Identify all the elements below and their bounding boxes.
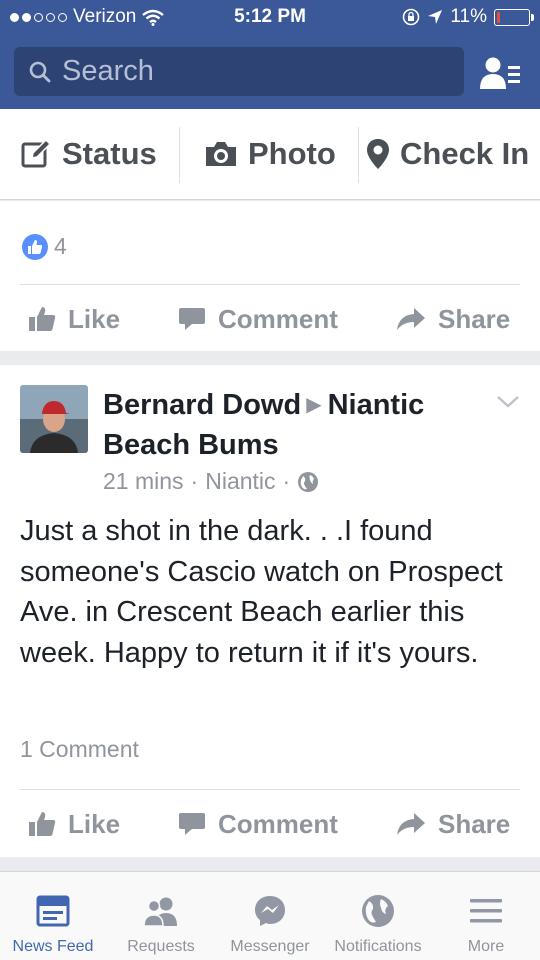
comment-label: Comment bbox=[218, 808, 338, 839]
meta-separator: · bbox=[282, 468, 291, 494]
top-navigation-bar: Verizon 5:12 PM 11% bbox=[0, 0, 540, 109]
story-header: Bernard Dowd ▶ Niantic Beach Bums bbox=[103, 385, 483, 465]
photo-button[interactable]: Photo bbox=[204, 131, 336, 177]
feed-story: Bernard Dowd ▶ Niantic Beach Bums 21 mins … bbox=[0, 365, 540, 857]
camera-icon bbox=[206, 142, 236, 166]
composer-bar: Status Photo Check In bbox=[0, 109, 540, 200]
share-button[interactable]: Share bbox=[396, 794, 510, 854]
tab-label: Notifications bbox=[334, 938, 422, 955]
tab-label: News Feed bbox=[12, 938, 94, 955]
search-bar[interactable] bbox=[14, 47, 464, 96]
comment-count[interactable]: 1 Comment bbox=[20, 736, 139, 763]
composer-divider bbox=[179, 127, 180, 183]
like-label: Like bbox=[68, 808, 121, 839]
post-time[interactable]: 21 mins bbox=[103, 468, 184, 495]
comment-button[interactable]: Comment bbox=[178, 794, 338, 854]
reaction-summary[interactable]: 4 bbox=[22, 233, 67, 260]
edit-icon bbox=[21, 138, 52, 168]
meta-separator: · bbox=[190, 468, 199, 494]
thumbs-up-icon bbox=[29, 307, 56, 331]
share-button[interactable]: Share bbox=[396, 289, 510, 349]
tab-label: More bbox=[467, 938, 505, 955]
share-icon bbox=[397, 813, 425, 835]
search-icon bbox=[29, 61, 51, 82]
rotation-lock-icon bbox=[403, 8, 420, 26]
tab-notifications[interactable]: Notifications bbox=[324, 872, 432, 960]
tab-news-feed[interactable]: News Feed bbox=[0, 872, 106, 960]
tab-more[interactable]: More bbox=[432, 872, 540, 960]
tab-requests[interactable]: Requests bbox=[106, 872, 216, 960]
tab-label: Messenger bbox=[230, 938, 310, 955]
status-label: Status bbox=[62, 136, 157, 171]
post-location[interactable]: Niantic bbox=[205, 468, 275, 495]
tab-label: Requests bbox=[127, 938, 195, 955]
status-indicators: 11% bbox=[402, 6, 534, 28]
triangle-right-icon: ▶ bbox=[306, 394, 322, 416]
globe-icon bbox=[362, 895, 394, 927]
friend-list-button[interactable] bbox=[478, 53, 524, 93]
menu-icon bbox=[470, 899, 502, 923]
like-button[interactable]: Like bbox=[28, 794, 120, 854]
divider bbox=[20, 284, 520, 285]
check-in-button[interactable]: Check In bbox=[366, 131, 529, 177]
share-icon bbox=[397, 308, 425, 330]
friend-list-icon bbox=[480, 57, 520, 89]
requests-icon bbox=[143, 897, 177, 926]
story-message: Just a shot in the dark. . .I found some… bbox=[20, 515, 503, 669]
tab-messenger[interactable]: Messenger bbox=[216, 872, 324, 960]
story-actions: Like Comment Share bbox=[0, 289, 540, 349]
photo-label: Photo bbox=[248, 136, 336, 171]
battery-level bbox=[497, 11, 500, 23]
story-meta: 21 mins · Niantic · bbox=[103, 468, 319, 495]
messenger-icon bbox=[255, 896, 285, 926]
battery-icon bbox=[494, 8, 534, 26]
battery-percent: 11% bbox=[450, 6, 487, 27]
author-name[interactable]: Bernard Dowd bbox=[103, 389, 301, 421]
divider bbox=[20, 789, 520, 790]
location-pin-icon bbox=[367, 139, 389, 169]
chevron-down-icon[interactable] bbox=[494, 389, 522, 413]
comment-icon bbox=[179, 308, 205, 330]
status-bar: Verizon 5:12 PM 11% bbox=[0, 0, 540, 36]
story-actions: Like Comment Share bbox=[0, 794, 540, 854]
comment-icon bbox=[179, 813, 205, 835]
like-count: 4 bbox=[54, 233, 67, 259]
avatar[interactable] bbox=[20, 385, 88, 453]
check-in-label: Check In bbox=[400, 136, 530, 171]
feed-story: 4 Like Comment Share bbox=[0, 201, 540, 351]
composer-divider bbox=[358, 127, 359, 183]
like-button[interactable]: Like bbox=[28, 289, 120, 349]
comment-label: Comment bbox=[218, 303, 338, 334]
globe-icon bbox=[298, 471, 319, 492]
location-arrow-icon bbox=[428, 10, 443, 24]
like-reaction-icon bbox=[22, 233, 48, 260]
bottom-tab-bar: News Feed Requests Messenger Notificatio… bbox=[0, 871, 540, 960]
share-label: Share bbox=[438, 808, 511, 839]
comment-button[interactable]: Comment bbox=[178, 289, 338, 349]
like-label: Like bbox=[68, 303, 121, 334]
share-label: Share bbox=[438, 303, 511, 334]
news-feed-icon bbox=[36, 895, 70, 927]
status-button[interactable]: Status bbox=[20, 131, 157, 177]
search-input[interactable] bbox=[62, 55, 442, 88]
thumbs-up-icon bbox=[29, 812, 56, 836]
